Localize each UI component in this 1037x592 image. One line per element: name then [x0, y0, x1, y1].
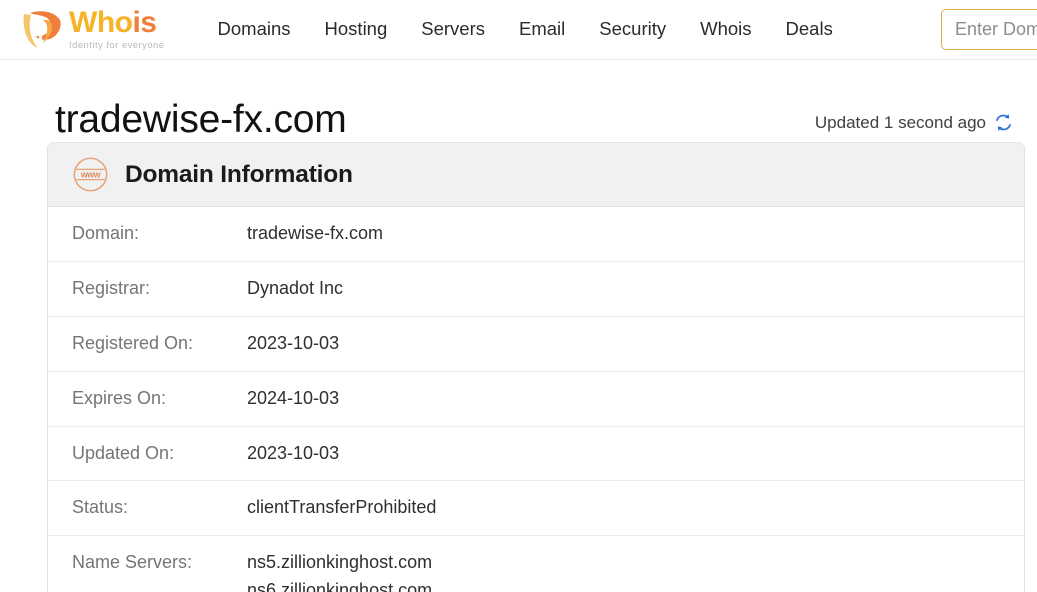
nav-item-servers[interactable]: Servers — [404, 12, 502, 46]
info-value-name-servers: ns5.zillionkinghost.com ns6.zillionkingh… — [247, 549, 432, 592]
info-label-status: Status: — [72, 497, 129, 518]
main-nav-list: Domains Hosting Servers Email Security W… — [201, 12, 850, 46]
brand-text: Whois Identity for everyone — [69, 8, 165, 52]
nav-link-email[interactable]: Email — [502, 12, 582, 46]
info-label-registered-on: Registered On: — [72, 332, 194, 353]
nav-item-hosting[interactable]: Hosting — [308, 12, 405, 46]
info-label-registrar: Registrar: — [72, 277, 151, 298]
brand-logo-link[interactable]: Whois Identity for everyone — [21, 8, 165, 52]
brand-tagline: Identity for everyone — [69, 40, 165, 51]
www-globe-icon: www — [73, 157, 108, 192]
nav-item-deals[interactable]: Deals — [769, 12, 850, 46]
top-navigation-bar: Whois Identity for everyone Domains Host… — [0, 0, 1037, 60]
card-header: www Domain Information — [48, 143, 1024, 207]
page-title-row: tradewise-fx.com Updated 1 second ago — [0, 60, 1037, 142]
nav-link-whois[interactable]: Whois — [683, 12, 768, 46]
nav-link-servers[interactable]: Servers — [404, 12, 502, 46]
info-value-status: clientTransferProhibited — [247, 497, 437, 518]
nav-item-email[interactable]: Email — [502, 12, 582, 46]
info-value-expires-on: 2024-10-03 — [247, 387, 340, 408]
nav-item-whois[interactable]: Whois — [683, 12, 768, 46]
info-label-expires-on: Expires On: — [72, 387, 167, 408]
card-title: Domain Information — [125, 160, 353, 188]
brand-word-who: Who — [69, 6, 133, 39]
card-body: Domain: tradewise-fx.com Registrar: Dyna… — [48, 207, 1024, 592]
brand-wordmark: Whois — [69, 8, 165, 38]
page-title: tradewise-fx.com — [55, 98, 347, 141]
info-row-registrar: Registrar: Dynadot Inc — [48, 262, 1024, 317]
info-label-updated-on: Updated On: — [72, 442, 175, 463]
domain-information-card: www Domain Information Domain: tradewise… — [47, 142, 1025, 592]
info-label-domain: Domain: — [72, 223, 140, 243]
info-row-expires-on: Expires On: 2024-10-03 — [48, 372, 1024, 427]
nav-item-domains[interactable]: Domains — [201, 12, 308, 46]
info-row-name-servers: Name Servers: ns5.zillionkinghost.com ns… — [48, 536, 1024, 592]
info-value-updated-on: 2023-10-03 — [247, 442, 340, 463]
info-value-registrar: Dynadot Inc — [247, 277, 344, 298]
nav-link-security[interactable]: Security — [582, 12, 683, 46]
brand-word-is: is — [132, 6, 157, 39]
info-row-domain: Domain: tradewise-fx.com — [48, 207, 1024, 262]
svg-text:www: www — [80, 170, 101, 180]
info-value-registered-on: 2023-10-03 — [247, 332, 340, 353]
info-row-updated-on: Updated On: 2023-10-03 — [48, 427, 1024, 482]
info-label-name-servers: Name Servers: — [72, 552, 193, 573]
nav-link-domains[interactable]: Domains — [201, 12, 308, 46]
name-server-1: ns5.zillionkinghost.com — [247, 552, 433, 573]
updated-text: Updated 1 second ago — [814, 112, 986, 132]
nav-link-deals[interactable]: Deals — [769, 12, 850, 46]
name-server-2: ns6.zillionkinghost.com — [247, 580, 433, 592]
info-row-registered-on: Registered On: 2023-10-03 — [48, 317, 1024, 372]
updated-status: Updated 1 second ago — [815, 112, 1025, 142]
domain-search-input[interactable] — [941, 9, 1037, 50]
page-content: tradewise-fx.com Updated 1 second ago ww… — [0, 60, 1037, 592]
info-row-status: Status: clientTransferProhibited — [48, 481, 1024, 537]
refresh-sync-icon[interactable] — [993, 112, 1014, 133]
nav-link-hosting[interactable]: Hosting — [308, 12, 405, 46]
whois-swoosh-logo-icon — [23, 10, 61, 48]
info-value-domain: tradewise-fx.com — [247, 223, 384, 243]
nav-item-security[interactable]: Security — [582, 12, 683, 46]
